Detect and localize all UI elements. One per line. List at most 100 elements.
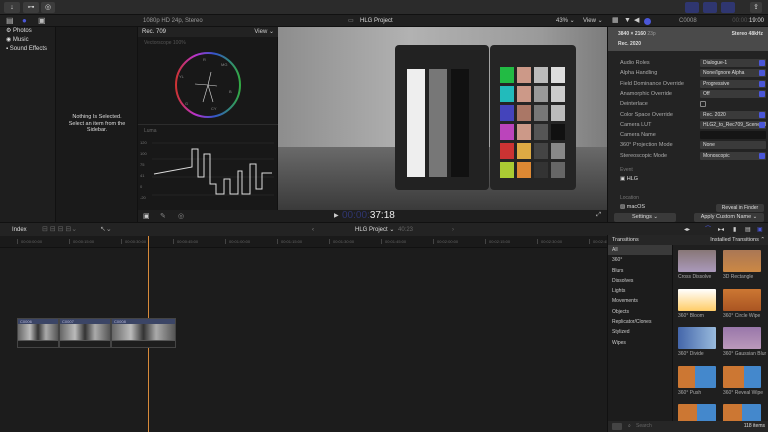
- transition-thumbnail[interactable]: [723, 288, 761, 311]
- vectorscope: R MG B CY G YL: [175, 52, 241, 118]
- viewer-display-icon[interactable]: ▣: [143, 212, 150, 220]
- transform-icon[interactable]: ✎: [160, 212, 166, 220]
- transition-category[interactable]: 360°: [608, 255, 672, 265]
- show-timeline-button[interactable]: [703, 2, 717, 13]
- transition-thumbnail[interactable]: [678, 288, 716, 311]
- transition-category[interactable]: Lights: [608, 286, 672, 296]
- back-arrow-icon[interactable]: ‹: [312, 223, 314, 237]
- sidebar-item-label: Sound Effects: [9, 46, 48, 52]
- ruler-tick: 00:01:15:00: [277, 239, 302, 244]
- transition-thumbnail[interactable]: [723, 327, 761, 349]
- index-button[interactable]: Index: [12, 223, 27, 237]
- timeline-clip[interactable]: C0006: [17, 318, 59, 348]
- luma-tick: 120: [140, 140, 147, 145]
- forward-arrow-icon[interactable]: ›: [452, 223, 454, 237]
- transition-thumbnail[interactable]: [678, 250, 716, 272]
- transition-categories: All 360° Blurs Dissolves Lights Movements Obje…: [608, 245, 673, 421]
- row-label: Stereoscopic Mode: [620, 152, 668, 159]
- fullscreen-icon[interactable]: ⤢: [596, 212, 601, 219]
- vectorscope-label: Vectorscope 100%: [144, 40, 186, 46]
- inspector-row-popup[interactable]: Monoscopic: [700, 151, 766, 160]
- deinterlace-checkbox[interactable]: [700, 101, 706, 108]
- transition-category[interactable]: Movements: [608, 296, 672, 306]
- select-tool-icon[interactable]: ↖⌄: [100, 223, 112, 237]
- video-inspector-icon[interactable]: ▦: [612, 15, 619, 27]
- row-label: Camera Name: [620, 132, 656, 139]
- viewer-canvas[interactable]: [278, 27, 607, 210]
- transition-category[interactable]: Dissolves: [608, 276, 672, 286]
- play-button[interactable]: ▶: [334, 212, 339, 219]
- inspector-row-popup[interactable]: HLG2_to_Rec709_Scene_D...: [700, 120, 766, 129]
- transition-thumbnail[interactable]: [678, 365, 716, 388]
- transition-category[interactable]: Blurs: [608, 266, 672, 276]
- import-button[interactable]: ↓: [4, 2, 20, 13]
- audio-inspector-icon[interactable]: ◀: [634, 15, 639, 27]
- transitions-search-input[interactable]: Search: [636, 421, 652, 432]
- installed-transitions-dropdown[interactable]: Installed Transitions ⌃: [710, 235, 765, 245]
- check-circle-icon: ◎: [44, 4, 52, 11]
- event-value: ▣ HLG: [620, 176, 639, 182]
- timeline-project-name[interactable]: HLG Project ⌄: [355, 223, 394, 237]
- vector-label-b: B: [229, 89, 232, 94]
- row-label: Audio Roles: [620, 60, 650, 66]
- apply-custom-name-button[interactable]: Apply Custom Name ⌄: [694, 213, 764, 222]
- scopes-view-dropdown[interactable]: View ⌄: [254, 27, 274, 37]
- main-toolbar: ↓ ⊶ ◎ ⇪: [0, 0, 768, 15]
- viewer-view-dropdown[interactable]: View ⌄: [583, 15, 603, 27]
- row-label: Anamorphic Override: [620, 90, 672, 97]
- libraries-icon[interactable]: ▤: [6, 15, 14, 27]
- zoom-dropdown[interactable]: 43% ⌄: [556, 15, 575, 27]
- gray-card-panel: [395, 45, 489, 190]
- show-browser-button[interactable]: [685, 2, 699, 13]
- sidebar-toggle-icon[interactable]: [612, 423, 622, 430]
- keywords-button[interactable]: ⊶: [23, 2, 39, 13]
- share-button[interactable]: ⇪: [750, 2, 762, 13]
- inspector-row-popup[interactable]: Rec. 2020: [700, 110, 766, 119]
- timeline-ruler[interactable]: 00:00:00:00 00:00:15:00 00:00:30:00 00:00:4…: [0, 236, 614, 248]
- clip-audio-waveform: [112, 340, 175, 347]
- transition-thumbnail[interactable]: [723, 404, 761, 421]
- sidebar-item-photos[interactable]: ⚙ Photos: [0, 27, 55, 36]
- settings-button[interactable]: Settings ⌄: [614, 213, 676, 222]
- timeline-toolbar: Index ⊟ ⊟ ⊟ ⊟⌄ ↖⌄ ‹ HLG Project ⌄ 40:23 …: [0, 222, 768, 236]
- inspector-row-popup[interactable]: Off: [700, 89, 766, 98]
- transition-thumbnail[interactable]: [723, 250, 761, 272]
- info-inspector-icon[interactable]: [644, 18, 651, 25]
- show-inspector-button[interactable]: [721, 2, 735, 13]
- photos-audio-icon[interactable]: ●: [22, 15, 27, 27]
- inspector-row-popup[interactable]: None/Ignore Alpha: [700, 69, 766, 78]
- transition-category[interactable]: Replicator/Clones: [608, 317, 672, 327]
- transition-thumbnail[interactable]: [678, 404, 716, 421]
- transition-thumbnail[interactable]: [723, 365, 761, 388]
- transition-category[interactable]: Stylized: [608, 327, 672, 337]
- vector-label-mg: MG: [221, 62, 227, 67]
- project-title: HLG Project: [360, 18, 393, 24]
- inspector-row-popup[interactable]: Dialogue-1: [700, 59, 766, 67]
- sidebar-item-sound-effects[interactable]: ▪ Sound Effects: [0, 45, 55, 54]
- timeline-clip[interactable]: C0007: [59, 318, 111, 348]
- transition-category[interactable]: Objects: [608, 307, 672, 317]
- vector-label-r: R: [203, 57, 206, 62]
- connect-clip-icon[interactable]: ⊟ ⊟ ⊟ ⊟⌄: [42, 223, 77, 237]
- transition-thumbnail[interactable]: [678, 327, 716, 349]
- inspector-row-popup[interactable]: Progressive: [700, 79, 766, 88]
- color-inspector-icon[interactable]: ▼: [624, 15, 631, 27]
- timeline-clip[interactable]: C0008: [111, 318, 176, 348]
- event-name: HLG: [626, 176, 639, 182]
- row-label: Alpha Handling: [620, 70, 658, 77]
- transition-category[interactable]: Wipes: [608, 338, 672, 348]
- row-label: Deinterlace: [620, 101, 648, 108]
- luma-tick: -20: [140, 195, 146, 200]
- popup-arrows-icon: [759, 60, 765, 66]
- inspector-row-popup[interactable]: None: [700, 141, 766, 150]
- ruler-tick: 00:00:30:00: [121, 239, 146, 244]
- timecode-display[interactable]: 00:00:37:18: [342, 210, 395, 221]
- transition-category[interactable]: All: [608, 245, 672, 256]
- enhancements-icon[interactable]: ◎: [178, 212, 184, 220]
- sidebar-item-music[interactable]: ◉ Music: [0, 36, 55, 45]
- duration-value: 19:00: [748, 18, 764, 24]
- background-tasks-button[interactable]: ◎: [41, 2, 55, 13]
- titles-generators-icon[interactable]: ▣: [38, 15, 46, 27]
- camera-name-field[interactable]: [700, 131, 766, 140]
- reveal-in-finder-button[interactable]: Reveal in Finder: [716, 204, 764, 212]
